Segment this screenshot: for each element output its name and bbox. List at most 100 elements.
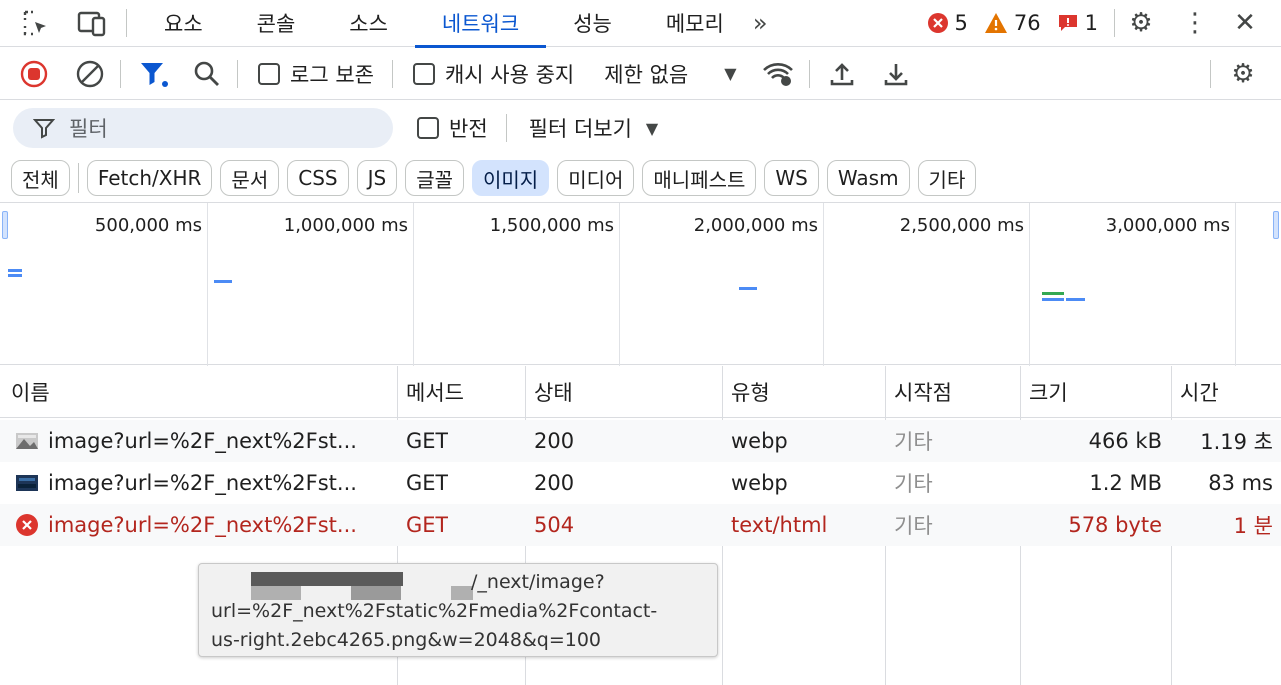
network-conditions-icon[interactable] (761, 61, 795, 87)
request-initiator: 기타 (894, 472, 933, 496)
overview-tick-label: 3,000,000 ms (1105, 215, 1230, 236)
tooltip-url-line: url=%2F_next%2Fstatic%2Fmedia%2Fcontact- (211, 600, 658, 622)
filter-input[interactable]: 필터 (13, 108, 393, 148)
type-filter-fetch-xhr[interactable]: Fetch/XHR (86, 160, 213, 196)
tab-memory[interactable]: 메모리 (639, 0, 751, 47)
type-filter-js[interactable]: JS (356, 160, 398, 196)
close-icon[interactable]: ✕ (1227, 5, 1263, 41)
overview-request-bar (1042, 298, 1064, 301)
more-options-icon[interactable]: ⋮ (1177, 5, 1213, 41)
inspect-element-icon[interactable] (18, 5, 54, 41)
table-row[interactable]: image?url=%2F_next%2Fst... GET 200 webp … (0, 420, 1281, 462)
column-header-type[interactable]: 유형 (722, 366, 885, 418)
request-name: image?url=%2F_next%2Fst... (48, 429, 357, 453)
tooltip-url-line: /_next/image? (471, 571, 605, 593)
image-thumbnail-icon (16, 462, 38, 504)
column-header-status[interactable]: 상태 (525, 366, 722, 418)
type-filter-all[interactable]: 전체 (11, 160, 70, 196)
request-method: GET (406, 513, 449, 537)
disable-cache-label: 캐시 사용 중지 (444, 62, 575, 87)
column-header-method[interactable]: 메서드 (397, 366, 525, 418)
request-status: 200 (534, 429, 575, 453)
request-time: 83 ms (1208, 471, 1273, 495)
invert-label: 반전 (449, 117, 488, 141)
url-tooltip: /_next/image? url=%2F_next%2Fstatic%2Fme… (198, 563, 718, 657)
export-har-icon[interactable] (882, 60, 910, 88)
table-row-error[interactable]: image?url=%2F_next%2Fst... GET 504 text/… (0, 504, 1281, 546)
filter-funnel-small-icon (33, 119, 55, 139)
column-header-time[interactable]: 시간 (1171, 366, 1281, 418)
request-time: 1.19 초 (1200, 430, 1273, 454)
image-thumbnail-icon (16, 420, 38, 462)
network-settings-gear-icon[interactable]: ⚙ (1225, 56, 1261, 92)
column-header-size[interactable]: 크기 (1020, 366, 1171, 418)
overview-tick-label: 500,000 ms (94, 215, 202, 236)
redacted-block (351, 586, 401, 600)
type-filter-manifest[interactable]: 매니페스트 (642, 160, 757, 196)
type-filter-font[interactable]: 글꼴 (405, 160, 464, 196)
request-time: 1 분 (1233, 514, 1273, 538)
settings-gear-icon[interactable]: ⚙ (1123, 5, 1159, 41)
record-stop-icon[interactable] (20, 60, 48, 88)
tab-elements[interactable]: 요소 (137, 0, 230, 47)
table-row[interactable]: image?url=%2F_next%2Fst... GET 200 webp … (0, 462, 1281, 504)
request-status: 200 (534, 471, 575, 495)
overview-tick-label: 1,500,000 ms (489, 215, 614, 236)
tab-console[interactable]: 콘솔 (230, 0, 323, 47)
more-tabs-chevron-icon[interactable]: » (753, 9, 768, 37)
clear-icon[interactable] (76, 60, 104, 88)
redacted-block (251, 586, 301, 600)
issue-flag-icon (1058, 15, 1077, 31)
request-size: 466 kB (1088, 429, 1162, 453)
throttle-select[interactable]: 제한 없음 (604, 59, 688, 89)
overview-tick-label: 2,500,000 ms (899, 215, 1024, 236)
disable-cache-checkbox[interactable] (412, 62, 435, 85)
warning-icon (984, 13, 1007, 33)
dropdown-arrow-icon[interactable]: ▼ (724, 64, 736, 83)
error-count[interactable]: 5 (927, 11, 968, 35)
import-har-icon[interactable] (828, 60, 856, 88)
type-filter-ws[interactable]: WS (764, 160, 819, 196)
request-type: webp (731, 429, 788, 453)
overview-request-bar (1066, 298, 1085, 301)
tab-performance[interactable]: 성능 (546, 0, 639, 47)
column-header-name[interactable]: 이름 (2, 366, 397, 418)
request-status: 504 (534, 513, 575, 537)
request-initiator: 기타 (894, 430, 933, 454)
request-type: text/html (731, 513, 828, 537)
error-icon (927, 13, 948, 33)
network-overview-timeline[interactable]: 500,000 ms 1,000,000 ms 1,500,000 ms 2,0… (0, 202, 1281, 366)
filter-bar: 필터 반전 필터 더보기 ▼ (0, 100, 1281, 156)
overview-request-bar (1042, 292, 1064, 295)
overview-request-bar (8, 274, 22, 277)
device-toolbar-icon[interactable] (74, 5, 110, 41)
type-filter-other[interactable]: 기타 (917, 160, 977, 196)
invert-checkbox[interactable] (417, 117, 439, 139)
tooltip-url-line: us-right.2ebc4265.png&w=2048&q=100 (211, 629, 602, 651)
type-filter-document[interactable]: 문서 (220, 160, 280, 196)
issues-count[interactable]: 1 (1057, 11, 1098, 35)
request-method: GET (406, 429, 449, 453)
redacted-block (251, 572, 403, 586)
resource-type-filter-bar: 전체 Fetch/XHR 문서 CSS JS 글꼴 이미지 미디어 매니페스트 … (0, 156, 1281, 200)
filter-funnel-icon[interactable] (139, 60, 169, 88)
tab-sources[interactable]: 소스 (322, 0, 415, 47)
tab-network[interactable]: 네트워크 (414, 0, 547, 48)
search-icon[interactable] (193, 60, 221, 88)
overview-request-bar (8, 269, 22, 272)
preserve-log-label: 로그 보존 (290, 62, 374, 87)
type-filter-image[interactable]: 이미지 (472, 160, 550, 196)
more-filters-button[interactable]: 필터 더보기 (529, 113, 632, 143)
overview-right-handle[interactable] (1273, 211, 1279, 239)
type-filter-media[interactable]: 미디어 (557, 160, 635, 196)
overview-tick-label: 2,000,000 ms (693, 215, 818, 236)
column-header-initiator[interactable]: 시작점 (885, 366, 1020, 418)
request-type: webp (731, 471, 788, 495)
more-filters-dropdown-icon[interactable]: ▼ (646, 119, 658, 138)
preserve-log-checkbox[interactable] (258, 62, 280, 85)
type-filter-css[interactable]: CSS (287, 160, 349, 196)
error-icon (15, 504, 39, 546)
type-filter-wasm[interactable]: Wasm (826, 160, 910, 196)
overview-tick-label: 1,000,000 ms (283, 215, 408, 236)
warning-count[interactable]: 76 (984, 11, 1041, 35)
